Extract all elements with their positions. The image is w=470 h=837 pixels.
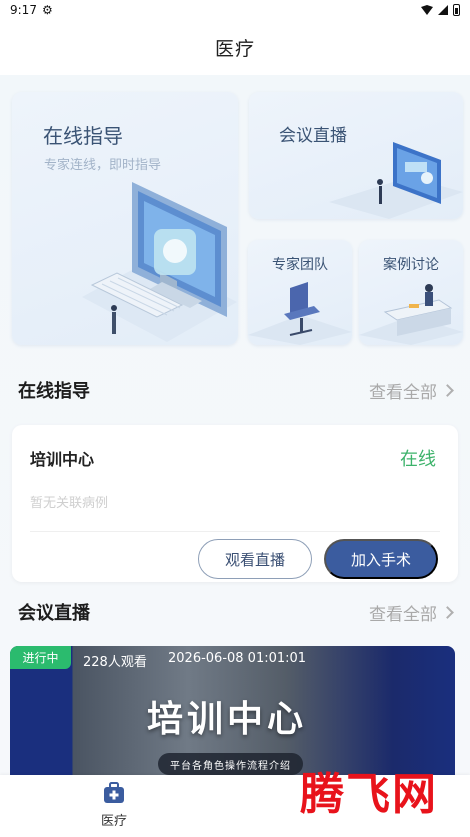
presentation-screen-illustration-icon <box>329 142 463 219</box>
viewer-count: 228人观看 <box>83 655 147 670</box>
live-view-all-link[interactable]: 查看全部 <box>369 600 454 625</box>
signal-icon <box>438 5 448 15</box>
tile-online-guidance-subtitle: 专家连线，即时指导 <box>44 158 162 173</box>
guidance-card[interactable]: 培训中心 在线 暂无关联病例 观看直播 加入手术 <box>12 425 458 582</box>
status-time: 9:17 <box>10 3 37 17</box>
live-start-time: 2026-06-08 01:01:01 <box>168 651 307 666</box>
in-progress-badge: 进行中 <box>10 646 71 669</box>
no-linked-case-note: 暂无关联病例 <box>30 496 109 511</box>
tile-case-discussion[interactable]: 案例讨论 <box>359 240 463 345</box>
live-section-title: 会议直播 <box>18 603 90 624</box>
settings-status-icon: ⚙ <box>41 3 53 17</box>
main-content: 在线指导 专家连线，即时指导 会议直播 专家团队 案例讨论 在线指导 查看全部 … <box>0 75 470 775</box>
wifi-icon <box>421 5 433 15</box>
guidance-section-title: 在线指导 <box>18 381 90 402</box>
medical-kit-icon <box>104 782 124 803</box>
status-bar: 9:17 ⚙ <box>0 0 470 20</box>
tab-medical-label: 医疗 <box>100 814 127 829</box>
chevron-right-icon <box>441 605 454 619</box>
monitor-illustration-icon <box>82 182 237 342</box>
guidance-view-all-label: 查看全部 <box>369 382 437 403</box>
guidance-view-all-link[interactable]: 查看全部 <box>369 378 454 403</box>
tile-online-guidance-title: 在线指导 <box>43 124 123 148</box>
page-title: 医疗 <box>214 38 255 60</box>
chevron-right-icon <box>441 383 454 397</box>
tile-expert-team-title: 专家团队 <box>272 257 328 273</box>
tab-medical[interactable]: 医疗 <box>88 781 140 829</box>
online-status-badge: 在线 <box>400 449 436 470</box>
app-header: 医疗 <box>0 20 470 75</box>
tile-case-discussion-title: 案例讨论 <box>383 257 439 273</box>
live-stream-card[interactable]: 进行中 228人观看 2026-06-08 01:01:01 培训中心 平台各角… <box>10 646 455 775</box>
site-watermark: 腾飞网 <box>300 769 438 820</box>
battery-icon <box>453 4 460 16</box>
tile-expert-team[interactable]: 专家团队 <box>248 240 352 345</box>
live-banner-subtitle: 平台各角色操作流程介绍 <box>158 753 303 775</box>
live-view-all-label: 查看全部 <box>369 604 437 625</box>
join-surgery-button[interactable]: 加入手术 <box>324 539 438 579</box>
tile-meeting-live[interactable]: 会议直播 <box>249 92 463 219</box>
card-divider <box>30 531 440 532</box>
guidance-section-header: 在线指导 查看全部 <box>18 377 454 403</box>
tile-online-guidance[interactable]: 在线指导 专家连线，即时指导 <box>12 92 238 345</box>
watch-live-button[interactable]: 观看直播 <box>198 539 312 579</box>
live-banner-title: 培训中心 <box>147 699 308 740</box>
guidance-card-title: 培训中心 <box>30 450 95 469</box>
desk-discussion-illustration-icon <box>359 284 463 345</box>
live-section-header: 会议直播 查看全部 <box>18 599 454 625</box>
chair-illustration-icon <box>248 282 352 345</box>
